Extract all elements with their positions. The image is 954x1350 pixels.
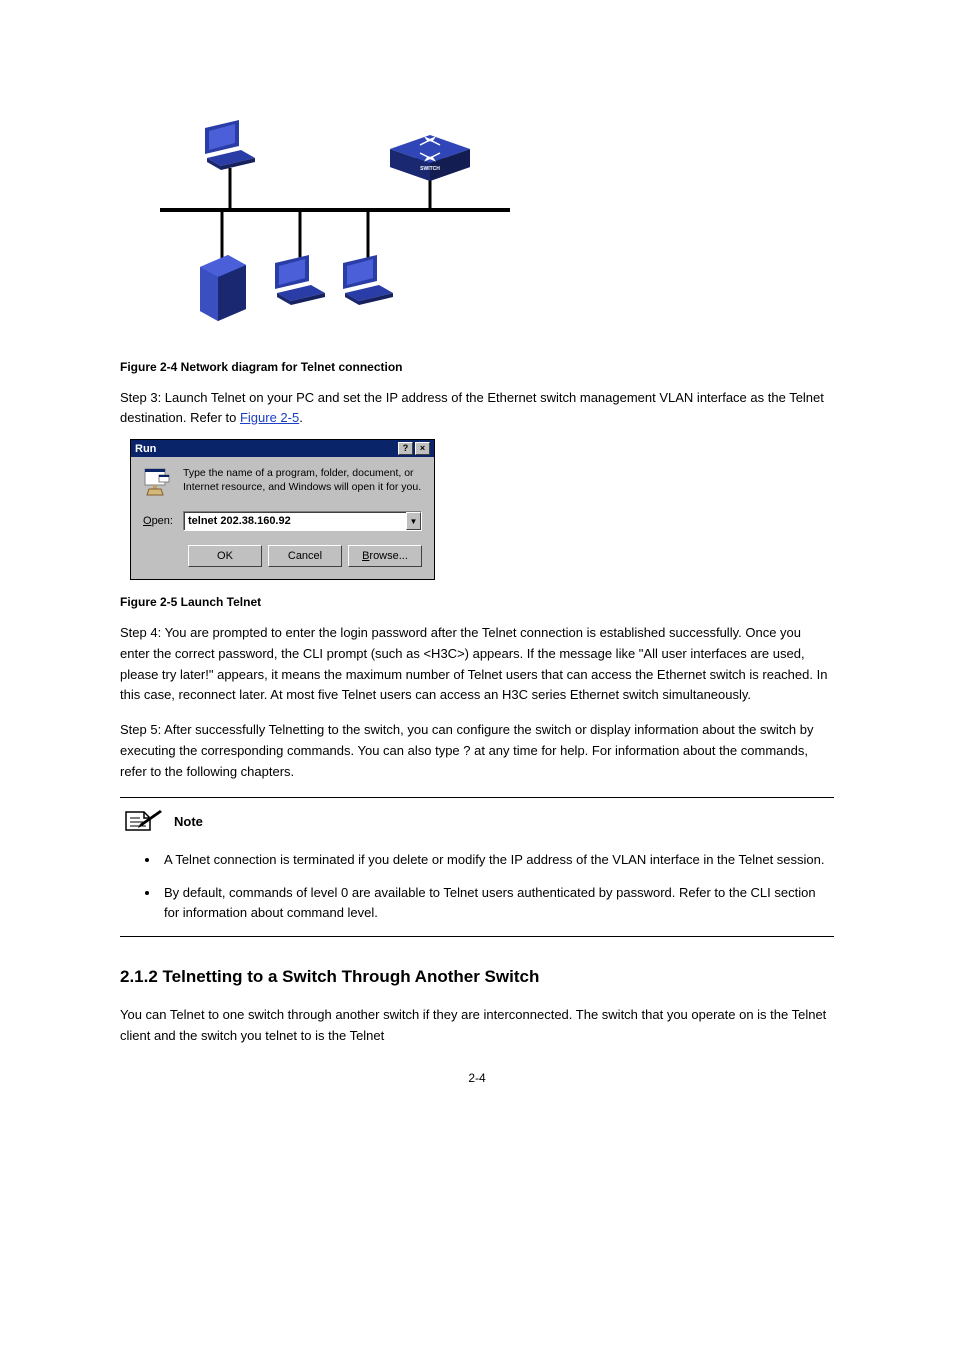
run-dialog: Run ? × Type the name of a program, fold… — [130, 439, 435, 580]
note-bullet-2: By default, commands of level 0 are avai… — [160, 883, 834, 922]
section-heading: 2.1.2 Telnetting to a Switch Through Ano… — [120, 967, 834, 987]
note-bullets: A Telnet connection is terminated if you… — [120, 850, 834, 923]
run-titlebar: Run ? × — [131, 440, 434, 457]
step3-suffix: . — [299, 410, 303, 425]
step5-text: Step 5: After successfully Telnetting to… — [120, 720, 834, 782]
page-number: 2-4 — [120, 1071, 834, 1085]
switch-label: SWITCH — [420, 166, 440, 172]
run-program-icon — [143, 467, 171, 499]
note-header: Note — [120, 808, 834, 836]
figure-2-5-caption: Figure 2-5 Launch Telnet — [120, 595, 834, 609]
note-top-divider — [120, 797, 834, 798]
note-bottom-divider — [120, 936, 834, 937]
close-icon[interactable]: × — [415, 442, 430, 455]
help-icon[interactable]: ? — [398, 442, 413, 455]
open-input[interactable] — [184, 512, 406, 530]
note-label: Note — [174, 814, 203, 829]
step4-text: Step 4: You are prompted to enter the lo… — [120, 623, 834, 706]
figure-2-5-link[interactable]: Figure 2-5 — [240, 410, 299, 425]
run-title: Run — [135, 443, 156, 455]
network-diagram: SWITCH — [150, 70, 834, 335]
step3-prefix: Step 3: Launch Telnet on your PC and set… — [120, 390, 824, 425]
note-bullet-1: A Telnet connection is terminated if you… — [160, 850, 834, 870]
dropdown-icon[interactable]: ▼ — [406, 512, 421, 530]
figure-2-4-caption: Figure 2-4 Network diagram for Telnet co… — [120, 360, 834, 374]
cancel-button[interactable]: Cancel — [268, 545, 342, 567]
note-icon — [120, 808, 164, 836]
run-description: Type the name of a program, folder, docu… — [183, 467, 422, 499]
open-label: Open: — [143, 515, 173, 527]
ok-button[interactable]: OK — [188, 545, 262, 567]
para2-text: You can Telnet to one switch through ano… — [120, 1005, 834, 1047]
step3-text: Step 3: Launch Telnet on your PC and set… — [120, 388, 834, 427]
browse-button[interactable]: Browse... — [348, 545, 422, 567]
